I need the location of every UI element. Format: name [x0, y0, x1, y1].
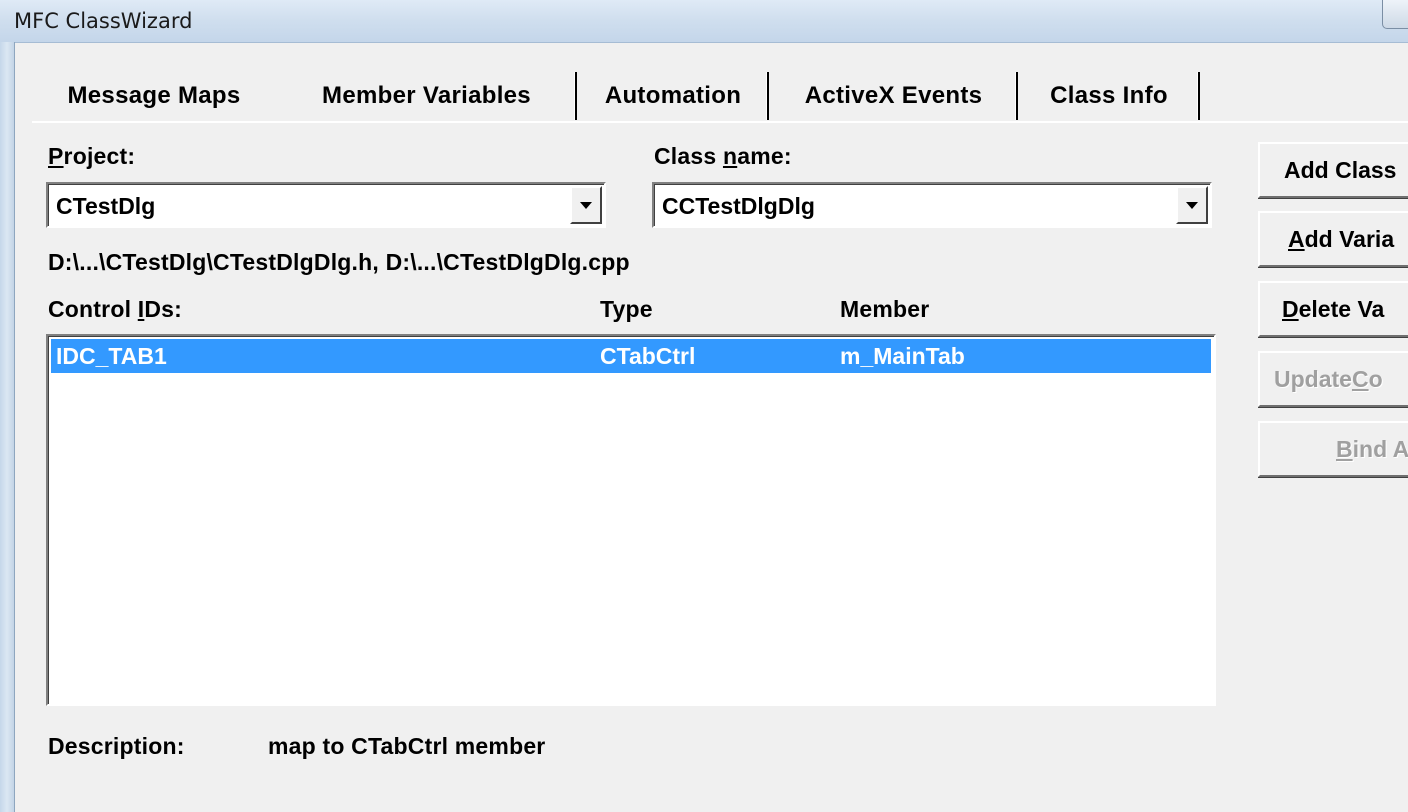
member-header: Member — [840, 296, 930, 322]
update-columns-button[interactable]: Update Co — [1258, 351, 1408, 407]
tab-activex-events[interactable]: ActiveX Events — [769, 70, 1018, 122]
tab-class-info[interactable]: Class Info — [1018, 70, 1200, 122]
project-label: Project: — [48, 143, 136, 169]
project-value: CTestDlg — [56, 193, 156, 219]
type-cell: CTabCtrl — [600, 343, 696, 369]
chevron-down-icon — [580, 201, 592, 209]
tab-message-maps[interactable]: Message Maps — [32, 70, 276, 122]
control-ids-list[interactable]: IDC_TAB1 CTabCtrl m_MainTab — [46, 334, 1216, 706]
tab-label: Class Info — [1050, 82, 1168, 109]
title-bar[interactable]: MFC ClassWizard — [0, 0, 1408, 43]
type-header: Type — [600, 296, 653, 322]
class-name-value: CCTestDlgDlg — [662, 193, 815, 219]
delete-variable-button[interactable]: Delete Va — [1258, 281, 1408, 337]
list-item[interactable]: IDC_TAB1 CTabCtrl m_MainTab — [51, 339, 1211, 373]
description-value: map to CTabCtrl member — [268, 733, 546, 759]
add-class-label: Add Class — [1284, 156, 1397, 183]
classwizard-window: MFC ClassWizard Message Maps Member Vari… — [0, 0, 1408, 812]
tab-label: Member Variables — [322, 82, 531, 109]
control-ids-header: Control IDs: — [48, 296, 183, 322]
project-combo[interactable]: CTestDlg — [46, 182, 606, 228]
member-cell: m_MainTab — [840, 343, 965, 369]
tab-member-variables[interactable]: Member Variables — [276, 70, 577, 122]
class-name-label: Class name: — [654, 143, 792, 169]
tab-label: ActiveX Events — [804, 82, 983, 109]
tab-bar: Message Maps Member Variables Automation… — [32, 70, 1408, 122]
close-button[interactable] — [1382, 0, 1408, 29]
class-name-dropdown-button[interactable] — [1176, 186, 1208, 224]
control-id-cell: IDC_TAB1 — [56, 343, 167, 369]
tab-automation[interactable]: Automation — [577, 70, 769, 122]
project-dropdown-button[interactable] — [570, 186, 602, 224]
tab-label: Automation — [604, 82, 742, 109]
description-label: Description: — [48, 733, 185, 759]
add-class-button[interactable]: Add Class — [1258, 142, 1408, 198]
chevron-down-icon — [1186, 201, 1198, 209]
window-frame-left — [0, 42, 15, 812]
window-title: MFC ClassWizard — [14, 9, 193, 33]
class-name-combo[interactable]: CCTestDlgDlg — [652, 182, 1212, 228]
bind-all-button[interactable]: Bind A — [1258, 421, 1408, 477]
file-paths: D:\...\CTestDlg\CTestDlgDlg.h, D:\...\CT… — [48, 249, 630, 275]
tab-panel-border — [32, 121, 1408, 123]
tab-label: Message Maps — [67, 82, 241, 109]
add-variable-button[interactable]: Add Varia — [1258, 211, 1408, 267]
